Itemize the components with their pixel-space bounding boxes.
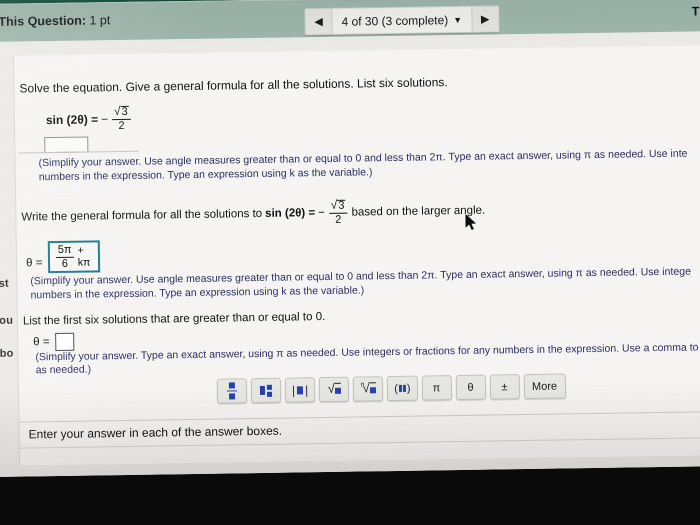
mixed-number-icon	[259, 384, 273, 397]
header-right-label: Thi	[691, 4, 700, 19]
part-b-fraction: √ 3 2	[328, 197, 348, 226]
theta-icon: θ	[467, 381, 474, 394]
plus-minus-icon: ±	[501, 380, 508, 393]
palette-nth-root-button[interactable]: n √	[353, 376, 384, 402]
answer-1-input[interactable]: 5π 6 + kπ	[47, 240, 101, 274]
sidebar-fragment-1: est	[0, 277, 9, 290]
absolute-value-icon: | |	[291, 382, 309, 398]
question-points-label: This Question: 1 pt	[0, 13, 110, 29]
question-pager[interactable]: ◀ 4 of 30 (3 complete) ▼ ▶	[304, 5, 500, 36]
answer-1-fraction: 5π 6	[55, 243, 74, 270]
palette-pi-button[interactable]: π	[421, 375, 452, 401]
palette-more-button[interactable]: More	[523, 373, 566, 400]
equation-display: sin (2θ) = − √ 3 2	[45, 104, 132, 133]
answer-1-numerator: 5π	[57, 243, 72, 256]
palette-mixed-number-button[interactable]	[250, 377, 282, 404]
part-b-denominator: 2	[335, 213, 342, 226]
chevron-down-icon[interactable]: ▼	[453, 14, 462, 24]
answer-2-input[interactable]	[55, 332, 75, 352]
part-b-text-before: Write the general formula for all the so…	[21, 207, 263, 224]
pager-label: 4 of 30 (3 complete)	[341, 12, 449, 29]
instruction-3-line-2: as needed.)	[35, 363, 92, 377]
pi-icon: π	[432, 381, 441, 394]
equation-numerator: √ 3	[113, 104, 129, 119]
palette-absolute-value-button[interactable]: | |	[284, 377, 316, 403]
question-points-value: 1 pt	[89, 13, 111, 28]
equation-denominator: 2	[118, 119, 125, 133]
part-b-lhs: sin (2θ) =	[265, 207, 316, 220]
triangle-right-icon: ▶	[480, 13, 490, 26]
fraction-icon	[226, 382, 237, 400]
square-root-icon: √	[328, 380, 341, 397]
palette-interval-button[interactable]: ()	[387, 375, 418, 402]
sidebar-fragment-3: ebo	[0, 347, 14, 360]
palette-more-label: More	[531, 380, 558, 393]
answer-1-suffix: + kπ	[77, 244, 91, 269]
part-b-sign: −	[318, 206, 325, 220]
equation-lhs: sin (2θ) =	[45, 112, 99, 128]
math-palette-toolbar: | | √ n √ () π θ ± More	[216, 373, 566, 404]
part-b-numerator: √ 3	[330, 197, 346, 212]
nth-root-icon: n √	[361, 380, 376, 396]
answer-1-label: θ =	[25, 257, 43, 270]
answer-1-denominator: 6	[61, 257, 69, 270]
question-label-prefix: This Question:	[0, 13, 87, 29]
equation-fraction: √ 3 2	[112, 104, 131, 133]
answer-2-label: θ =	[33, 336, 50, 349]
palette-square-root-button[interactable]: √	[319, 376, 350, 403]
interval-icon: ()	[394, 382, 411, 395]
pager-status[interactable]: 4 of 30 (3 complete) ▼	[332, 6, 472, 34]
sidebar-fragment-2: sou	[0, 314, 14, 327]
palette-fraction-button[interactable]	[216, 378, 248, 404]
screen-photo: This Question: 1 pt ◀ 4 of 30 (3 complet…	[0, 0, 700, 477]
triangle-left-icon: ◀	[314, 16, 323, 29]
equation-sign: −	[100, 112, 109, 127]
pager-next-button[interactable]: ▶	[470, 6, 499, 32]
palette-theta-button[interactable]: θ	[455, 374, 486, 401]
palette-plus-minus-button[interactable]: ±	[489, 374, 520, 400]
pager-prev-button[interactable]: ◀	[305, 8, 333, 35]
